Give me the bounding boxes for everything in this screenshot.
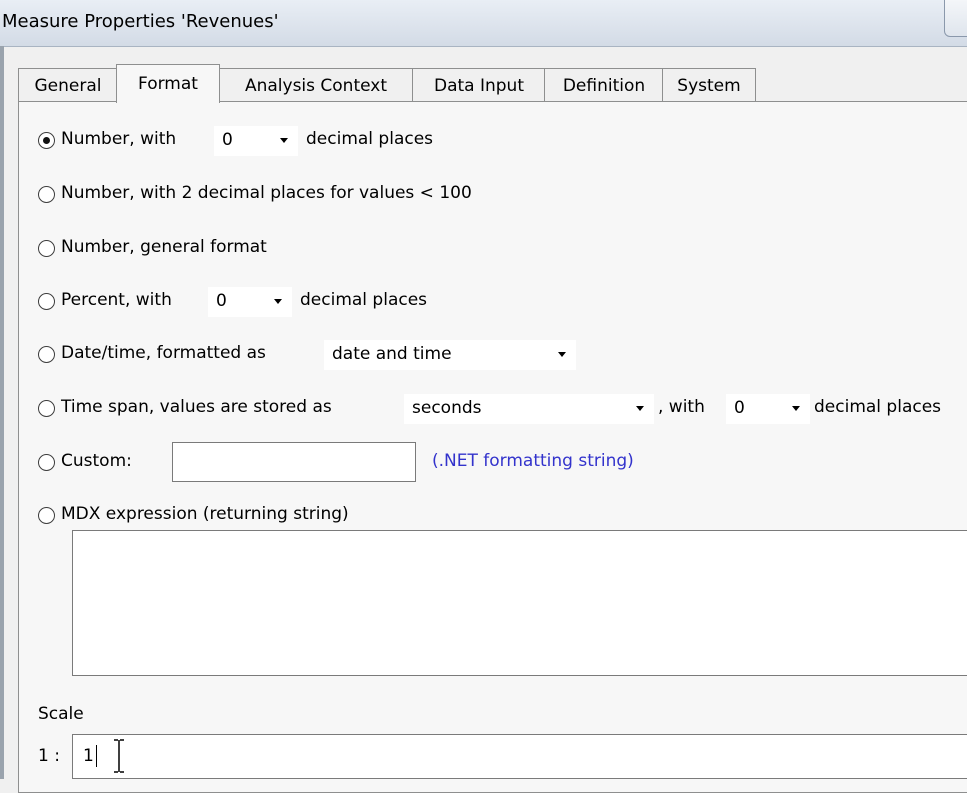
timespan-decimals-dropdown[interactable]: 0 xyxy=(726,394,810,424)
scale-input[interactable]: 1 xyxy=(72,734,967,779)
radio-datetime[interactable] xyxy=(38,346,55,363)
custom-format-hint: (.NET formatting string) xyxy=(432,451,634,471)
dropdown-value: seconds xyxy=(412,398,482,418)
number-decimals-dropdown[interactable]: 0 xyxy=(214,126,298,156)
scale-value: 1 xyxy=(83,746,94,766)
text-caret xyxy=(96,745,97,767)
dropdown-arrow-icon xyxy=(558,352,566,357)
option-number-small-values[interactable]: Number, with 2 decimal places for values… xyxy=(38,182,638,210)
option-label-suffix: decimal places xyxy=(814,397,942,417)
window-title: Measure Properties 'Revenues' xyxy=(2,11,279,32)
dropdown-value: 0 xyxy=(222,130,233,150)
dropdown-arrow-icon xyxy=(274,299,282,304)
radio-number-decimals[interactable] xyxy=(38,132,55,149)
tab-system[interactable]: System xyxy=(662,68,756,103)
radio-percent[interactable] xyxy=(38,293,55,310)
option-label: Number, with xyxy=(61,129,177,149)
option-number-decimals[interactable]: Number, with 0 decimal places xyxy=(38,126,538,156)
ibeam-cursor-icon xyxy=(114,739,124,773)
option-label: Number, general format xyxy=(61,237,267,257)
tab-general[interactable]: General xyxy=(18,68,118,103)
radio-timespan[interactable] xyxy=(38,400,55,417)
radio-number-general[interactable] xyxy=(38,240,55,257)
radio-number-small-values[interactable] xyxy=(38,186,55,203)
option-label-mid: , with xyxy=(658,397,705,417)
dropdown-arrow-icon xyxy=(792,406,800,411)
tab-strip: General Format Analysis Context Data Inp… xyxy=(18,64,967,103)
tab-definition[interactable]: Definition xyxy=(544,68,664,103)
option-label-suffix: decimal places xyxy=(306,129,434,149)
option-datetime[interactable]: Date/time, formatted as date and time xyxy=(38,340,598,370)
window-control-button[interactable] xyxy=(944,0,967,37)
tab-analysis-context[interactable]: Analysis Context xyxy=(218,68,414,103)
option-label: MDX expression (returning string) xyxy=(61,504,349,524)
option-timespan[interactable]: Time span, values are stored as seconds … xyxy=(38,394,967,424)
option-label: Percent, with xyxy=(61,290,172,310)
datetime-format-dropdown[interactable]: date and time xyxy=(324,340,576,370)
dropdown-value: 0 xyxy=(216,291,227,311)
dropdown-value: date and time xyxy=(332,344,452,364)
option-label: Time span, values are stored as xyxy=(61,397,332,417)
scale-label: Scale xyxy=(38,704,84,724)
radio-custom[interactable] xyxy=(38,454,55,471)
radio-mdx-expression[interactable] xyxy=(38,507,55,524)
option-percent[interactable]: Percent, with 0 decimal places xyxy=(38,287,538,317)
option-mdx-expression[interactable]: MDX expression (returning string) xyxy=(38,503,538,531)
dropdown-value: 0 xyxy=(734,398,745,418)
mdx-expression-textarea[interactable] xyxy=(72,530,967,676)
percent-decimals-dropdown[interactable]: 0 xyxy=(208,287,292,317)
tab-format[interactable]: Format xyxy=(116,64,220,103)
option-label: Date/time, formatted as xyxy=(61,343,266,363)
timespan-unit-dropdown[interactable]: seconds xyxy=(404,394,654,424)
window-edge xyxy=(0,46,4,779)
option-label-suffix: decimal places xyxy=(300,290,428,310)
scale-prefix: 1 : xyxy=(38,746,60,766)
tab-data-input[interactable]: Data Input xyxy=(412,68,546,103)
custom-format-input[interactable] xyxy=(172,442,416,482)
radio-selected-dot xyxy=(43,137,50,144)
option-number-general[interactable]: Number, general format xyxy=(38,236,438,264)
dropdown-arrow-icon xyxy=(280,138,288,143)
option-label: Custom: xyxy=(61,451,132,471)
dropdown-arrow-icon xyxy=(636,406,644,411)
title-bar: Measure Properties 'Revenues' xyxy=(0,0,967,47)
option-custom[interactable]: Custom: (.NET formatting string) xyxy=(38,442,738,482)
option-label: Number, with 2 decimal places for values… xyxy=(61,183,472,203)
